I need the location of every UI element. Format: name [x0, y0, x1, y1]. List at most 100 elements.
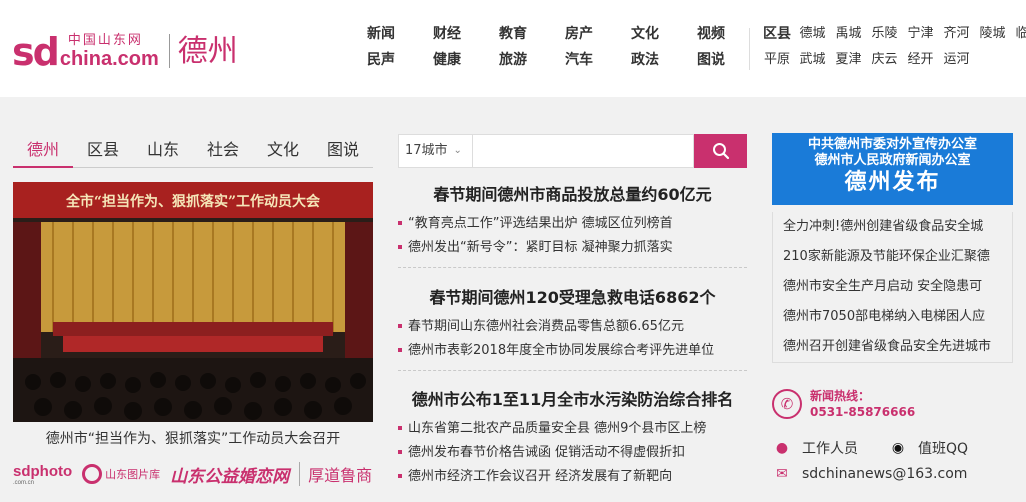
staff-link[interactable]: 工作人员	[802, 438, 888, 458]
hotline-number[interactable]: 0531-85876666	[810, 404, 915, 420]
nav-item-travel[interactable]: 旅游	[480, 52, 546, 68]
news-list-item[interactable]: 德州市经济工作会议召开 经济发展有了新靶向	[398, 465, 747, 489]
chevron-down-icon: ⌄	[453, 145, 462, 156]
partner-charity-marriage-site[interactable]: 山东公益婚恋网	[170, 462, 289, 487]
email-row: ✉ sdchinanews@163.com	[772, 466, 1013, 482]
news-list-item[interactable]: “教育亮点工作”评选结果出炉 德城区位列榜首	[398, 212, 747, 236]
banner-line-2: 德州市人民政府新闻办公室	[814, 153, 971, 168]
tab-counties[interactable]: 区县	[73, 134, 133, 167]
tab-society[interactable]: 社会	[193, 134, 253, 167]
banner-title: 德州发布	[844, 170, 941, 195]
news-headline[interactable]: 德州市公布1至11月全市水污染防治综合排名	[398, 389, 747, 411]
mail-icon: ✉	[776, 466, 788, 482]
news-list-item[interactable]: 山东省第二批农产品质量安全县 德州9个县市区上榜	[398, 417, 747, 441]
city-select-label: 17城市	[405, 143, 448, 158]
site-header: sd 中国山东网 china.com 德州 新闻 财经 教育 房产 文化 视频 …	[0, 0, 1026, 97]
county-item[interactable]: 宁津	[905, 26, 936, 42]
partner-sdphoto-name: sdphoto	[13, 462, 73, 480]
photo-caption[interactable]: 德州市“担当作为、狠抓落实”工作动员大会召开	[13, 430, 373, 448]
county-item[interactable]: 乐陵	[869, 26, 900, 42]
nav-item-realestate[interactable]: 房产	[546, 26, 612, 42]
logo-china-text: 中国山东网	[67, 33, 143, 48]
nav-item-public-voice[interactable]: 民声	[348, 52, 414, 68]
news-list-item[interactable]: 德州发布春节价格告诫函 促销活动不得虚假折扣	[398, 441, 747, 465]
nav-item-finance[interactable]: 财经	[414, 26, 480, 42]
county-nav: 区县 德城 禹城 乐陵 宁津 齐河 陵城 临邑 平原 武城 夏津 庆云 经开 运…	[762, 26, 1026, 68]
county-item[interactable]: 齐河	[941, 26, 972, 42]
qq-icon: ◉	[891, 440, 905, 456]
county-item[interactable]: 禹城	[833, 26, 864, 42]
county-item[interactable]: 庆云	[869, 52, 900, 68]
partner-sdphoto[interactable]: sdphoto .com.cn	[13, 463, 72, 486]
nav-divider	[749, 28, 750, 70]
news-block: 德州市公布1至11月全市水污染防治综合排名 山东省第二批农产品质量安全县 德州9…	[398, 389, 747, 489]
photo-library-icon	[82, 464, 103, 484]
right-list-item[interactable]: 全力冲刺!德州创建省级食品安全城	[773, 212, 1012, 242]
county-item[interactable]: 武城	[797, 52, 828, 68]
hall-banner-text: 全市“担当作为、狠抓落实”工作动员大会	[65, 193, 321, 210]
tab-photos[interactable]: 图说	[313, 134, 373, 167]
county-nav-title[interactable]: 区县	[762, 26, 792, 42]
county-item[interactable]: 平原	[762, 52, 792, 68]
nav-item-law[interactable]: 政法	[612, 52, 678, 68]
conference-hall-image: 全市“担当作为、狠抓落实”工作动员大会	[13, 182, 373, 422]
logo-sd-text: sd	[12, 30, 60, 74]
search-bar: 17城市 ⌄	[398, 134, 747, 168]
city-select[interactable]: 17城市 ⌄	[398, 134, 472, 168]
email-link[interactable]: sdchinanews@163.com	[802, 466, 967, 482]
logo-city: 德州	[177, 34, 238, 69]
news-hotline: ✆ 新闻热线： 0531-85876666	[772, 386, 1013, 422]
partner-shandong-photo-library-label: 山东图片库	[105, 468, 161, 481]
main-nav: 新闻 财经 教育 房产 文化 视频 民声 健康 旅游 汽车 政法 图说	[348, 26, 744, 68]
partner-shandong-photo-library[interactable]: 山东图片库	[82, 464, 160, 484]
right-list-item[interactable]: 德州召开创建省级食品安全先进城市	[773, 332, 1012, 362]
nav-item-news[interactable]: 新闻	[348, 26, 414, 42]
phone-icon: ✆	[772, 389, 802, 419]
contact-row: ● 工作人员 ◉ 值班QQ	[772, 438, 1013, 458]
partner-logos: sdphoto .com.cn 山东图片库 山东公益婚恋网 厚道鲁商	[13, 462, 373, 487]
nav-item-photos[interactable]: 图说	[678, 52, 744, 68]
logo-separator	[168, 34, 170, 68]
right-list-item[interactable]: 德州市7050部电梯纳入电梯困人应	[773, 302, 1012, 332]
partner-sdphoto-sub: .com.cn	[13, 479, 35, 486]
news-block: 春节期间德州市商品投放总量约60亿元 “教育亮点工作”评选结果出炉 德城区位列榜…	[398, 184, 747, 268]
county-item[interactable]: 夏津	[833, 52, 864, 68]
news-list-item[interactable]: 德州发出“新号令”：紧盯目标 凝神聚力抓落实	[398, 236, 747, 260]
nav-item-culture[interactable]: 文化	[612, 26, 678, 42]
news-headline[interactable]: 春节期间德州120受理急救电话6862个	[398, 287, 747, 309]
county-item[interactable]: 经开	[905, 52, 936, 68]
category-tabs: 德州 区县 山东 社会 文化 图说	[13, 134, 373, 168]
section-divider	[398, 260, 747, 268]
news-headline[interactable]: 春节期间德州市商品投放总量约60亿元	[398, 184, 747, 206]
news-block: 春节期间德州120受理急救电话6862个 春节期间山东德州社会消费品零售总额6.…	[398, 287, 747, 371]
dezhou-release-banner[interactable]: 中共德州市委对外宣传办公室 德州市人民政府新闻办公室 德州发布	[772, 133, 1013, 205]
nav-item-video[interactable]: 视频	[678, 26, 744, 42]
tab-culture[interactable]: 文化	[253, 134, 313, 167]
search-button[interactable]	[694, 134, 747, 168]
county-item[interactable]: 运河	[941, 52, 972, 68]
nav-item-auto[interactable]: 汽车	[546, 52, 612, 68]
right-list-item[interactable]: 德州市安全生产月启动 安全隐患可	[773, 272, 1012, 302]
person-icon: ●	[775, 440, 789, 456]
news-list-item[interactable]: 德州市表彰2018年度全市协同发展综合考评先进单位	[398, 339, 747, 363]
county-item[interactable]: 陵城	[977, 26, 1008, 42]
search-input[interactable]	[472, 134, 694, 168]
partner-houdao-lushang[interactable]: 厚道鲁商	[299, 462, 372, 486]
banner-line-1: 中共德州市委对外宣传办公室	[807, 137, 977, 152]
nav-item-education[interactable]: 教育	[480, 26, 546, 42]
county-item[interactable]: 德城	[797, 26, 828, 42]
right-news-list: 全力冲刺!德州创建省级食品安全城 210家新能源及节能环保企业汇聚德 德州市安全…	[772, 212, 1013, 363]
right-list-item[interactable]: 210家新能源及节能环保企业汇聚德	[773, 242, 1012, 272]
section-divider	[398, 363, 747, 371]
search-icon	[712, 143, 729, 160]
tab-shandong[interactable]: 山东	[133, 134, 193, 167]
nav-item-health[interactable]: 健康	[414, 52, 480, 68]
duty-qq-link[interactable]: 值班QQ	[918, 438, 968, 458]
logo-domain: china.com	[59, 48, 159, 70]
site-logo[interactable]: sd 中国山东网 china.com 德州	[12, 30, 238, 74]
news-list-item[interactable]: 春节期间山东德州社会消费品零售总额6.65亿元	[398, 315, 747, 339]
county-item[interactable]: 临邑	[1013, 26, 1026, 42]
featured-photo[interactable]: 全市“担当作为、狠抓落实”工作动员大会	[13, 182, 373, 422]
tab-dezhou[interactable]: 德州	[13, 134, 73, 168]
hotline-label: 新闻热线：	[810, 389, 871, 403]
